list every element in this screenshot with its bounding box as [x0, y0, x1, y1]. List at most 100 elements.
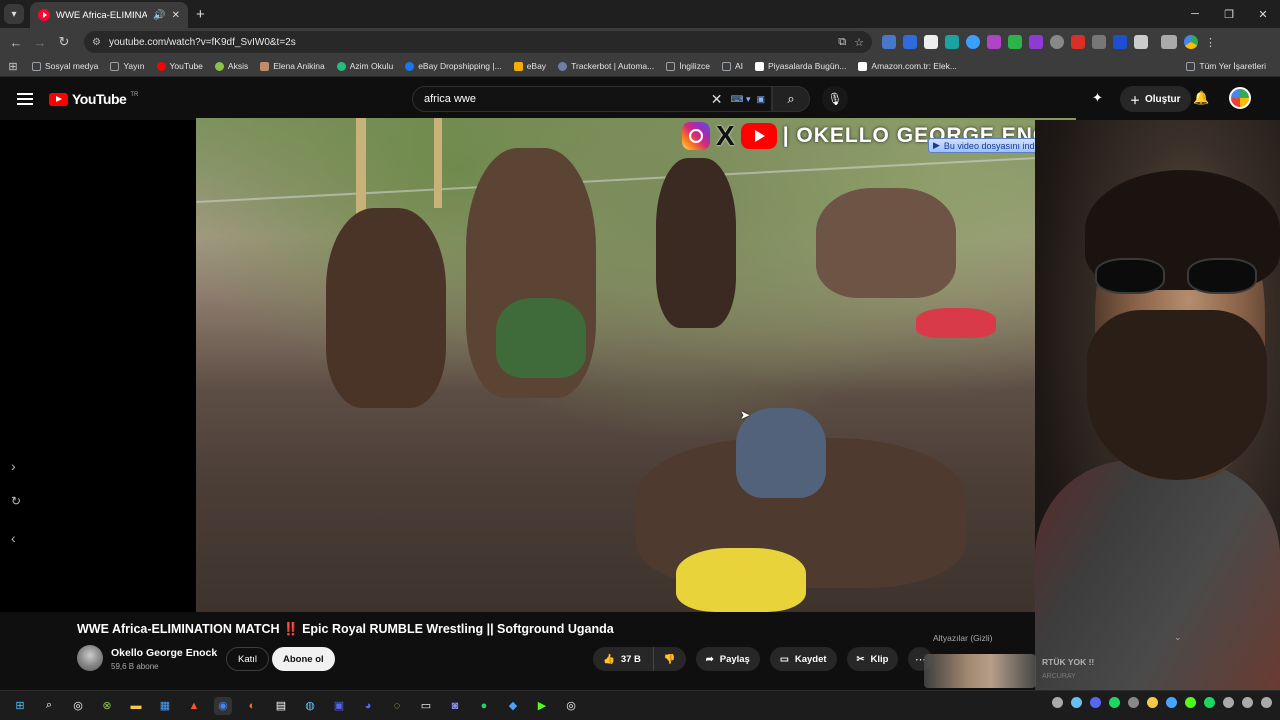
voice-search-button[interactable]: 🎙: [822, 86, 848, 112]
clear-search-icon[interactable]: ✕: [711, 91, 723, 108]
kebab-menu-icon[interactable]: ⋮: [1205, 36, 1216, 49]
extension-icon-2[interactable]: [903, 35, 917, 49]
extension-icon-8[interactable]: [1029, 35, 1043, 49]
notifications-bell-icon[interactable]: 🔔: [1193, 90, 1209, 106]
app-icon-5[interactable]: ◙: [446, 697, 464, 715]
keyboard-icon[interactable]: ⌨ ▾: [730, 94, 750, 105]
tab-search-button[interactable]: ▾: [4, 4, 24, 24]
tray-icon[interactable]: [1242, 697, 1253, 708]
extension-icon-3[interactable]: [924, 35, 938, 49]
bookmark-item[interactable]: Aksis: [209, 61, 254, 71]
extension-icon-12[interactable]: [1113, 35, 1127, 49]
discord-icon[interactable]: ◕: [359, 697, 377, 715]
speaker-icon[interactable]: 🔊: [153, 10, 165, 21]
bookmark-item[interactable]: eBay Dropshipping |...: [399, 61, 507, 71]
teams-icon[interactable]: ▣: [330, 697, 348, 715]
account-avatar[interactable]: [1229, 87, 1251, 109]
url-text[interactable]: youtube.com/watch?v=fK9df_SvIW0&t=2s: [109, 37, 830, 48]
bookmark-item[interactable]: Azim Okulu: [331, 61, 399, 71]
site-info-icon[interactable]: ⚙: [92, 37, 101, 48]
subscribe-button[interactable]: Abone ol: [272, 647, 335, 671]
bookmark-item[interactable]: eBay: [508, 61, 552, 71]
back-icon[interactable]: ←: [4, 35, 28, 50]
translate-extension-icon[interactable]: [882, 35, 896, 49]
extension-icon-6[interactable]: [987, 35, 1001, 49]
screenshot-search-icon[interactable]: ▣: [756, 94, 765, 105]
bookmark-item[interactable]: AI: [716, 61, 749, 71]
tray-icon[interactable]: [1166, 697, 1177, 708]
brave-icon[interactable]: ▲: [185, 697, 203, 715]
close-icon[interactable]: ✕: [172, 10, 180, 21]
reading-list-icon[interactable]: [1161, 35, 1177, 49]
spotify-icon[interactable]: ●: [475, 697, 493, 715]
bookmark-item[interactable]: Sosyal medya: [26, 61, 104, 71]
bookmark-item[interactable]: Piyasalarda Bugün...: [749, 61, 852, 71]
epic-games-icon[interactable]: ▤: [272, 697, 290, 715]
search-icon[interactable]: ⌕: [40, 697, 58, 715]
extension-icon-5[interactable]: [966, 35, 980, 49]
tray-icon[interactable]: [1090, 697, 1101, 708]
forward-icon[interactable]: →: [28, 35, 52, 50]
tray-icon[interactable]: [1147, 697, 1158, 708]
app-icon-4[interactable]: ▭: [417, 697, 435, 715]
search-button[interactable]: ⌕: [772, 86, 810, 112]
search-input[interactable]: africa wwe ✕ ⌨ ▾ ▣: [412, 86, 772, 112]
puzzle-icon[interactable]: [1134, 35, 1148, 49]
tray-icon[interactable]: [1185, 697, 1196, 708]
file-explorer-icon[interactable]: ▬: [127, 697, 145, 715]
like-button[interactable]: 👍 37 B: [593, 647, 653, 671]
tray-icon[interactable]: [1204, 697, 1215, 708]
chrome-icon[interactable]: ◉: [214, 696, 232, 715]
install-icon[interactable]: ⧉: [838, 36, 846, 49]
extension-icon-11[interactable]: [1092, 35, 1106, 49]
app-icon-1[interactable]: ◎: [69, 697, 87, 715]
recommended-title[interactable]: RTÜK YOK !!: [1042, 657, 1094, 667]
xbox-icon[interactable]: ⊗: [98, 697, 116, 715]
save-button[interactable]: ▭ Kaydet: [769, 647, 837, 671]
app-icon-6[interactable]: ◆: [504, 697, 522, 715]
profile-avatar-icon[interactable]: [1184, 35, 1198, 49]
tray-icon[interactable]: [1071, 697, 1082, 708]
minimize-icon[interactable]: ─: [1178, 0, 1212, 28]
tray-icon[interactable]: [1109, 697, 1120, 708]
recommended-thumbnail[interactable]: [924, 654, 1036, 688]
recommended-video[interactable]: RTÜK YOK !! ARCURAY: [924, 654, 1192, 690]
new-tab-button[interactable]: +: [196, 6, 205, 23]
restore-icon[interactable]: ❐: [1212, 0, 1246, 28]
extension-icon-10[interactable]: [1071, 35, 1085, 49]
apps-grid-icon[interactable]: ⊞: [0, 60, 26, 73]
window-close-icon[interactable]: ✕: [1246, 0, 1280, 28]
tray-icon[interactable]: [1261, 697, 1272, 708]
share-button[interactable]: ➦ Paylaş: [695, 647, 760, 671]
app-icon-7[interactable]: ◎: [562, 697, 580, 715]
tray-icon[interactable]: [1128, 697, 1139, 708]
channel-name[interactable]: Okello George Enock: [111, 647, 217, 659]
join-button[interactable]: Katıl: [226, 647, 270, 671]
all-bookmarks[interactable]: Tüm Yer İşaretleri: [1180, 61, 1272, 71]
store-icon[interactable]: ▦: [156, 697, 174, 715]
search-query[interactable]: africa wwe: [424, 93, 711, 105]
create-button[interactable]: ＋ Oluştur: [1120, 86, 1191, 112]
bookmark-item[interactable]: İngilizce: [660, 61, 716, 71]
bookmark-item[interactable]: YouTube: [151, 61, 209, 71]
address-bar[interactable]: ⚙ youtube.com/watch?v=fK9df_SvIW0&t=2s ⧉…: [84, 31, 872, 53]
dislike-button[interactable]: 👎: [652, 647, 686, 671]
bookmark-item[interactable]: Elena Anikina: [254, 61, 331, 71]
bookmark-item[interactable]: Yayın: [104, 61, 150, 71]
ai-sparkle-icon[interactable]: ✦: [1092, 90, 1103, 106]
replay-icon[interactable]: ↻: [11, 494, 21, 508]
video-player[interactable]: X | OKELLO GEORGE ENOCK ▶ Bu video dosya…: [196, 118, 1076, 612]
chevron-right-icon[interactable]: ›: [11, 458, 16, 474]
extension-icon-9[interactable]: [1050, 35, 1064, 49]
hamburger-menu-icon[interactable]: [17, 93, 33, 105]
chevron-down-icon[interactable]: ⌄: [1174, 632, 1182, 643]
clip-button[interactable]: ✂ Klip: [846, 647, 899, 671]
tray-icon[interactable]: [1052, 697, 1063, 708]
kick-icon[interactable]: ▶: [533, 697, 551, 715]
bookmark-item[interactable]: Amazon.com.tr: Elek...: [852, 61, 963, 71]
app-icon-2[interactable]: ◐: [243, 697, 261, 715]
bookmark-star-icon[interactable]: ☆: [854, 36, 864, 49]
bookmark-item[interactable]: Trackerbot | Automa...: [552, 61, 660, 71]
tray-icon[interactable]: [1223, 697, 1234, 708]
extension-icon-4[interactable]: [945, 35, 959, 49]
